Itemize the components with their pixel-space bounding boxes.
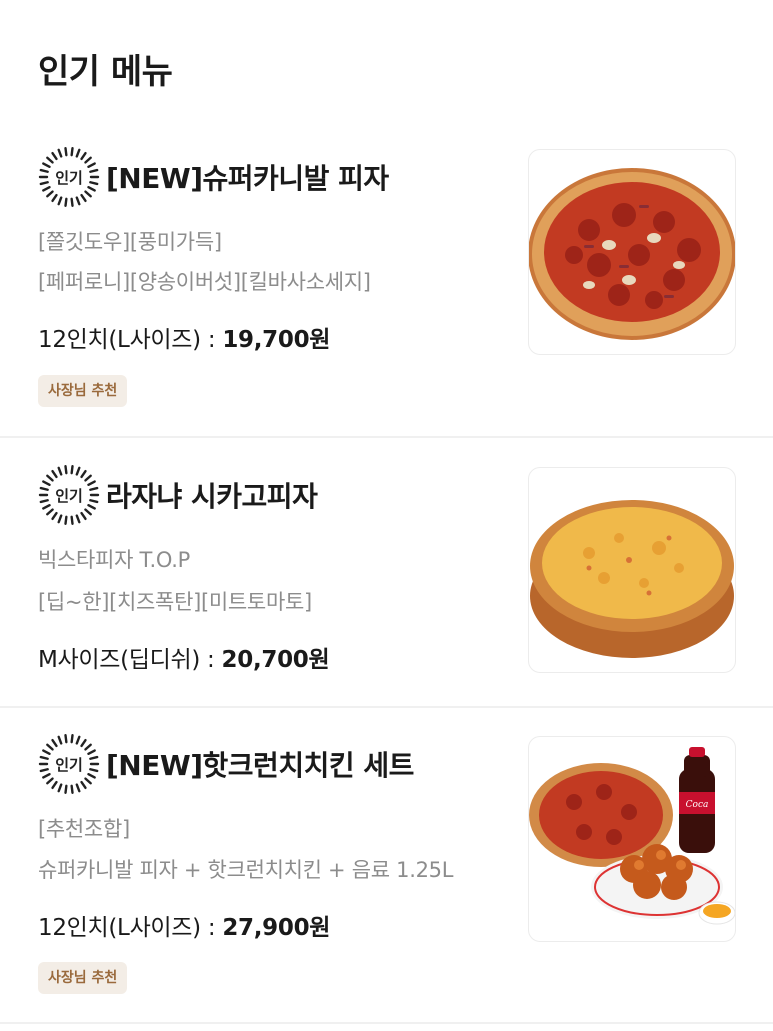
menu-item-name-row: 인기 [NEW]슈퍼카니발 피자: [38, 146, 389, 208]
price: 27,900원: [222, 915, 331, 941]
menu-item-price-line: 12인치(L사이즈) : 19,700원: [38, 320, 330, 354]
menu-item-description: 빅스타피자 T.O.P: [38, 548, 191, 572]
svg-text:Coca: Coca: [686, 800, 709, 810]
menu-item-description: [딥~한][치즈폭탄][미트토마토]: [38, 590, 312, 614]
size-label: 12인치(L사이즈) :: [38, 915, 223, 941]
popular-badge-icon: 인기: [38, 733, 100, 795]
popular-badge-label: 인기: [55, 168, 83, 187]
section-title: 인기 메뉴: [38, 52, 173, 92]
deep-dish-pizza-image[interactable]: [528, 467, 736, 673]
owner-recommend-badge: 사장님 추천: [38, 962, 128, 994]
size-label: 12인치(L사이즈) :: [38, 327, 223, 353]
size-label: M사이즈(딥디쉬) :: [38, 647, 222, 673]
popular-badge-icon: 인기: [38, 464, 100, 526]
menu-item-description: 슈퍼카니발 피자 + 핫크런치치킨 + 음료 1.25L: [38, 858, 454, 882]
pizza-image[interactable]: [528, 149, 736, 355]
item-divider: [0, 706, 773, 708]
menu-item-name-row: 인기 라자냐 시카고피자: [38, 464, 318, 526]
item-divider: [0, 436, 773, 438]
menu-item-name[interactable]: [NEW]핫크런치치킨 세트: [106, 744, 414, 784]
menu-item-name[interactable]: [NEW]슈퍼카니발 피자: [106, 157, 389, 197]
popular-badge-icon: 인기: [38, 146, 100, 208]
menu-item-description: [페퍼로니][양송이버섯][킬바사소세지]: [38, 270, 371, 294]
menu-item-price-line: M사이즈(딥디쉬) : 20,700원: [38, 640, 330, 674]
pizza-chicken-cola-set-image[interactable]: Coca: [528, 736, 736, 942]
item-divider: [0, 1022, 773, 1024]
popular-badge-label: 인기: [55, 755, 83, 774]
owner-recommend-badge: 사장님 추천: [38, 375, 128, 407]
menu-item-name[interactable]: 라자냐 시카고피자: [106, 475, 318, 515]
price: 19,700원: [222, 327, 331, 353]
popular-badge-label: 인기: [55, 486, 83, 505]
price: 20,700원: [221, 647, 330, 673]
menu-item-price-line: 12인치(L사이즈) : 27,900원: [38, 908, 330, 942]
menu-item-description: [추천조합]: [38, 817, 130, 841]
menu-item-name-row: 인기 [NEW]핫크런치치킨 세트: [38, 733, 414, 795]
menu-item-description: [쫄깃도우][풍미가득]: [38, 230, 222, 254]
